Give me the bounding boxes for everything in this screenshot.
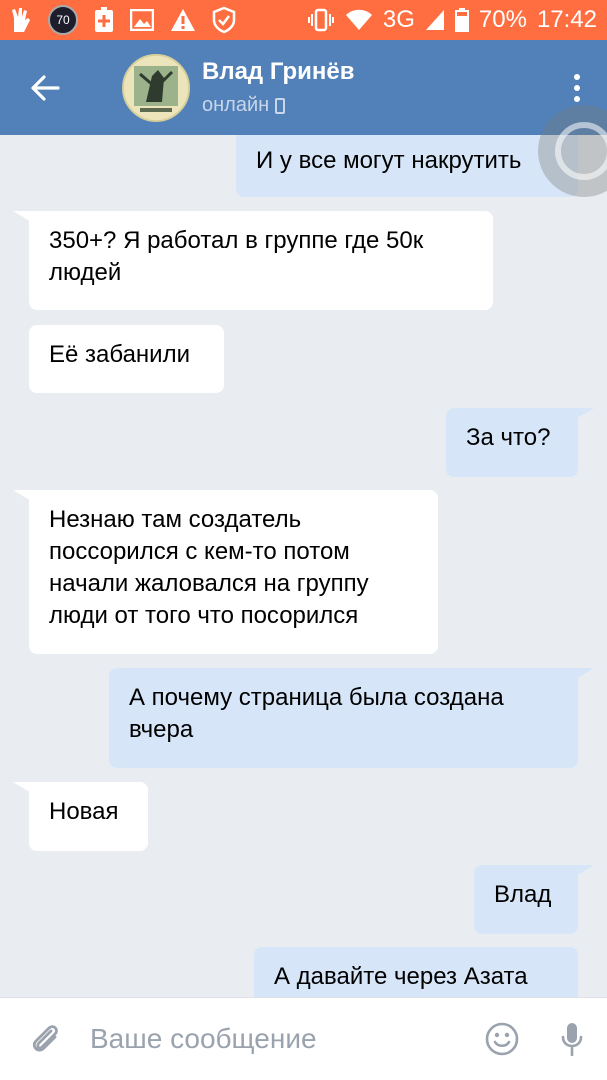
status-bar: 70 3G 70% 17:42 [0,0,607,40]
message-composer [0,997,607,1080]
emoji-button[interactable] [467,998,537,1080]
message-outgoing[interactable]: И у все могут накрутить [236,135,578,197]
add-icon [94,7,114,33]
avatar[interactable] [122,53,190,122]
message-list[interactable]: И у все могут накрутить 350+? Я работал … [0,135,607,997]
message-incoming[interactable]: Новая [13,782,148,851]
wifi-icon [345,9,373,31]
message-input[interactable] [90,1023,467,1055]
chat-header: Влад Гринёв онлайн [0,40,607,135]
ring-icon [555,122,607,180]
message-incoming[interactable]: 350+? Я работал в группе где 50к людей [13,211,493,310]
contact-name: Влад Гринёв [202,58,355,85]
network-label: 3G [382,6,415,33]
message-incoming[interactable]: Её забанили [29,325,224,393]
attach-button[interactable] [0,998,90,1080]
smile-icon [485,1022,519,1056]
battery-percent: 70% [478,6,527,33]
vibrate-icon [307,8,335,32]
online-status: онлайн [202,94,270,116]
microphone-icon [561,1023,583,1056]
paperclip-icon [32,1025,58,1052]
back-button[interactable] [0,40,90,135]
message-outgoing[interactable]: А давайте через Азата [254,947,578,997]
voice-message-button[interactable] [537,998,607,1080]
message-outgoing[interactable]: Влад [474,865,594,934]
hand-gesture-icon [10,6,32,34]
message-outgoing[interactable]: А почему страница была создана вчера [109,668,594,768]
notification-badge: 70 [48,5,78,35]
more-vertical-icon [574,73,580,80]
shield-check-icon [212,6,236,34]
message-incoming[interactable]: Незнаю там создатель поссорился с кем-то… [13,490,438,654]
warning-icon [170,8,196,32]
battery-icon [454,8,469,32]
arrow-left-icon [31,74,60,101]
signal-icon [425,9,445,31]
clock: 17:42 [536,6,597,33]
image-icon [130,9,154,31]
mobile-icon [275,97,286,114]
message-outgoing[interactable]: За что? [446,408,594,477]
